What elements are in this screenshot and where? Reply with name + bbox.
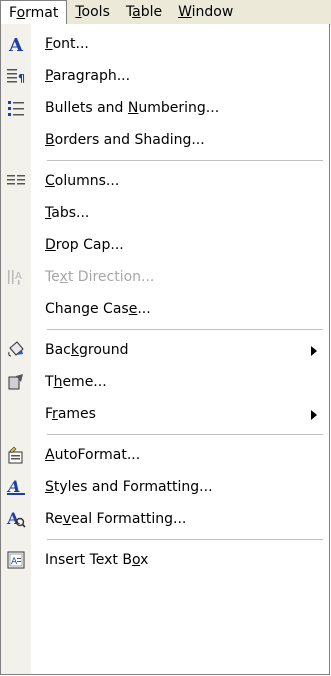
menu-item-reveal-formatting[interactable]: A Reveal Formatting... xyxy=(1,503,329,535)
menu-item-paragraph-label: Paragraph... xyxy=(45,68,131,84)
menu-item-insert-text-box-label: Insert Text Box xyxy=(45,552,149,568)
menu-table-label-rest: ble xyxy=(140,4,163,20)
menu-item-columns-label: Columns... xyxy=(45,173,120,189)
submenu-arrow-icon xyxy=(311,410,317,420)
menu-separator xyxy=(1,325,329,334)
menu-format-label: F xyxy=(9,4,17,21)
svg-text:A: A xyxy=(8,35,24,54)
menu-item-theme[interactable]: Theme... xyxy=(1,366,329,398)
menu-item-change-case-label: Change Case... xyxy=(45,301,151,317)
text-direction-icon: A xyxy=(1,261,31,293)
menu-format[interactable]: Format xyxy=(0,0,68,25)
columns-icon xyxy=(1,165,31,197)
menu-item-background-label: Background xyxy=(45,342,129,358)
menu-item-insert-text-box[interactable]: A Insert Text Box xyxy=(1,544,329,576)
menu-window[interactable]: Window xyxy=(170,1,241,23)
menu-item-text-direction-label: Text Direction... xyxy=(45,269,155,285)
text-box-icon: A xyxy=(1,544,31,576)
menu-item-background[interactable]: Background xyxy=(1,334,329,366)
menu-item-text-direction: A Text Direction... xyxy=(1,261,329,293)
menu-separator xyxy=(1,156,329,165)
menu-item-reveal-formatting-label: Reveal Formatting... xyxy=(45,511,187,527)
menu-table[interactable]: Table xyxy=(118,1,170,23)
menu-window-mnemonic: W xyxy=(178,4,192,20)
paragraph-icon: ¶ xyxy=(1,60,31,92)
svg-text:A: A xyxy=(11,557,18,567)
submenu-arrow-icon xyxy=(311,346,317,356)
theme-icon xyxy=(1,366,31,398)
menu-item-borders-shading[interactable]: Borders and Shading... xyxy=(1,124,329,156)
menu-item-borders-shading-label: Borders and Shading... xyxy=(45,132,205,148)
menu-item-autoformat-label: AutoFormat... xyxy=(45,447,141,463)
menu-item-font-label: Font... xyxy=(45,36,89,52)
autoformat-icon xyxy=(1,439,31,471)
bullets-icon xyxy=(1,92,31,124)
format-dropdown-menu: A Font... ¶ Paragraph... Bullets and Num… xyxy=(0,24,330,675)
menu-item-autoformat[interactable]: AutoFormat... xyxy=(1,439,329,471)
menu-item-drop-cap[interactable]: Drop Cap... xyxy=(1,229,329,261)
menu-item-bullets-numbering[interactable]: Bullets and Numbering... xyxy=(1,92,329,124)
styles-icon: A xyxy=(1,471,31,503)
menu-item-styles-formatting[interactable]: A Styles and Formatting... xyxy=(1,471,329,503)
menu-item-drop-cap-label: Drop Cap... xyxy=(45,237,124,253)
background-icon xyxy=(1,334,31,366)
menu-format-label-rest: rmat xyxy=(25,4,59,21)
menu-item-frames-label: Frames xyxy=(45,406,96,422)
menu-table-mnemonic: a xyxy=(132,4,141,20)
menu-format-mnemonic: o xyxy=(16,4,26,21)
menu-separator xyxy=(1,430,329,439)
menu-item-frames[interactable]: Frames xyxy=(1,398,329,430)
menu-tools[interactable]: Tools xyxy=(67,1,118,23)
reveal-formatting-icon: A xyxy=(1,503,31,535)
menu-window-label-rest: indow xyxy=(191,4,234,20)
menu-item-tabs-label: Tabs... xyxy=(45,205,90,221)
menu-item-paragraph[interactable]: ¶ Paragraph... xyxy=(1,60,329,92)
svg-text:¶: ¶ xyxy=(18,72,25,85)
menu-item-styles-formatting-label: Styles and Formatting... xyxy=(45,479,213,495)
menu-item-theme-label: Theme... xyxy=(45,374,107,390)
menu-bar: Format Tools Table Window xyxy=(0,0,331,25)
menu-separator xyxy=(1,535,329,544)
menu-item-tabs[interactable]: Tabs... xyxy=(1,197,329,229)
menu-item-bullets-numbering-label: Bullets and Numbering... xyxy=(45,100,220,116)
menu-item-font[interactable]: A Font... xyxy=(1,28,329,60)
font-icon: A xyxy=(1,28,31,60)
menu-tools-label-rest: ools xyxy=(81,4,110,20)
menu-item-columns[interactable]: Columns... xyxy=(1,165,329,197)
menu-item-change-case[interactable]: Change Case... xyxy=(1,293,329,325)
